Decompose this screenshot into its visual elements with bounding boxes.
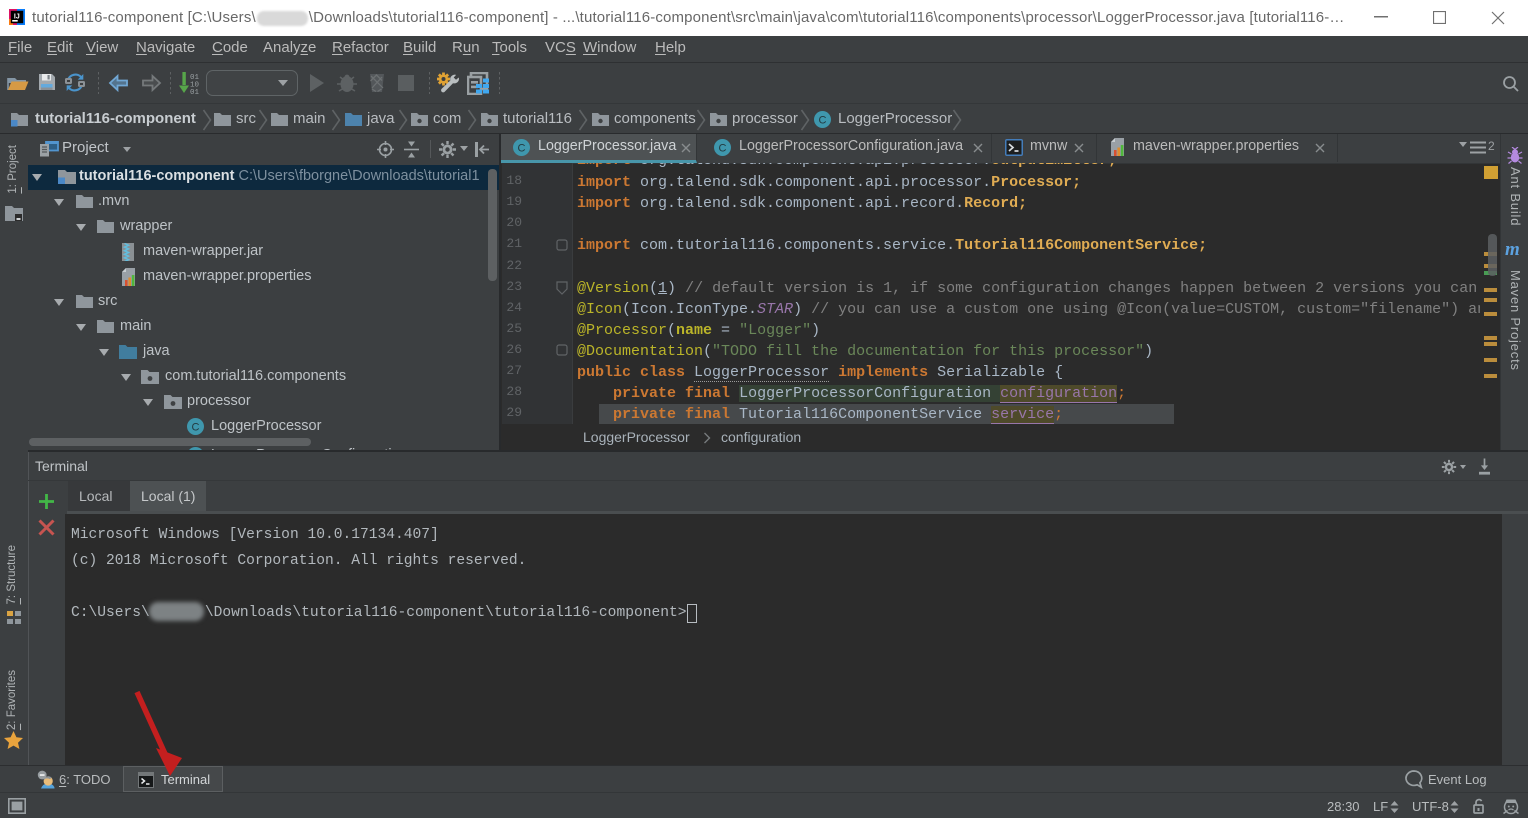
svg-text:C: C — [719, 143, 727, 155]
svg-text:01: 01 — [190, 89, 200, 94]
svg-text:C: C — [192, 422, 200, 434]
svg-text:C: C — [819, 115, 827, 127]
svg-text:C: C — [518, 143, 526, 155]
svg-text:IJ: IJ — [14, 13, 20, 20]
